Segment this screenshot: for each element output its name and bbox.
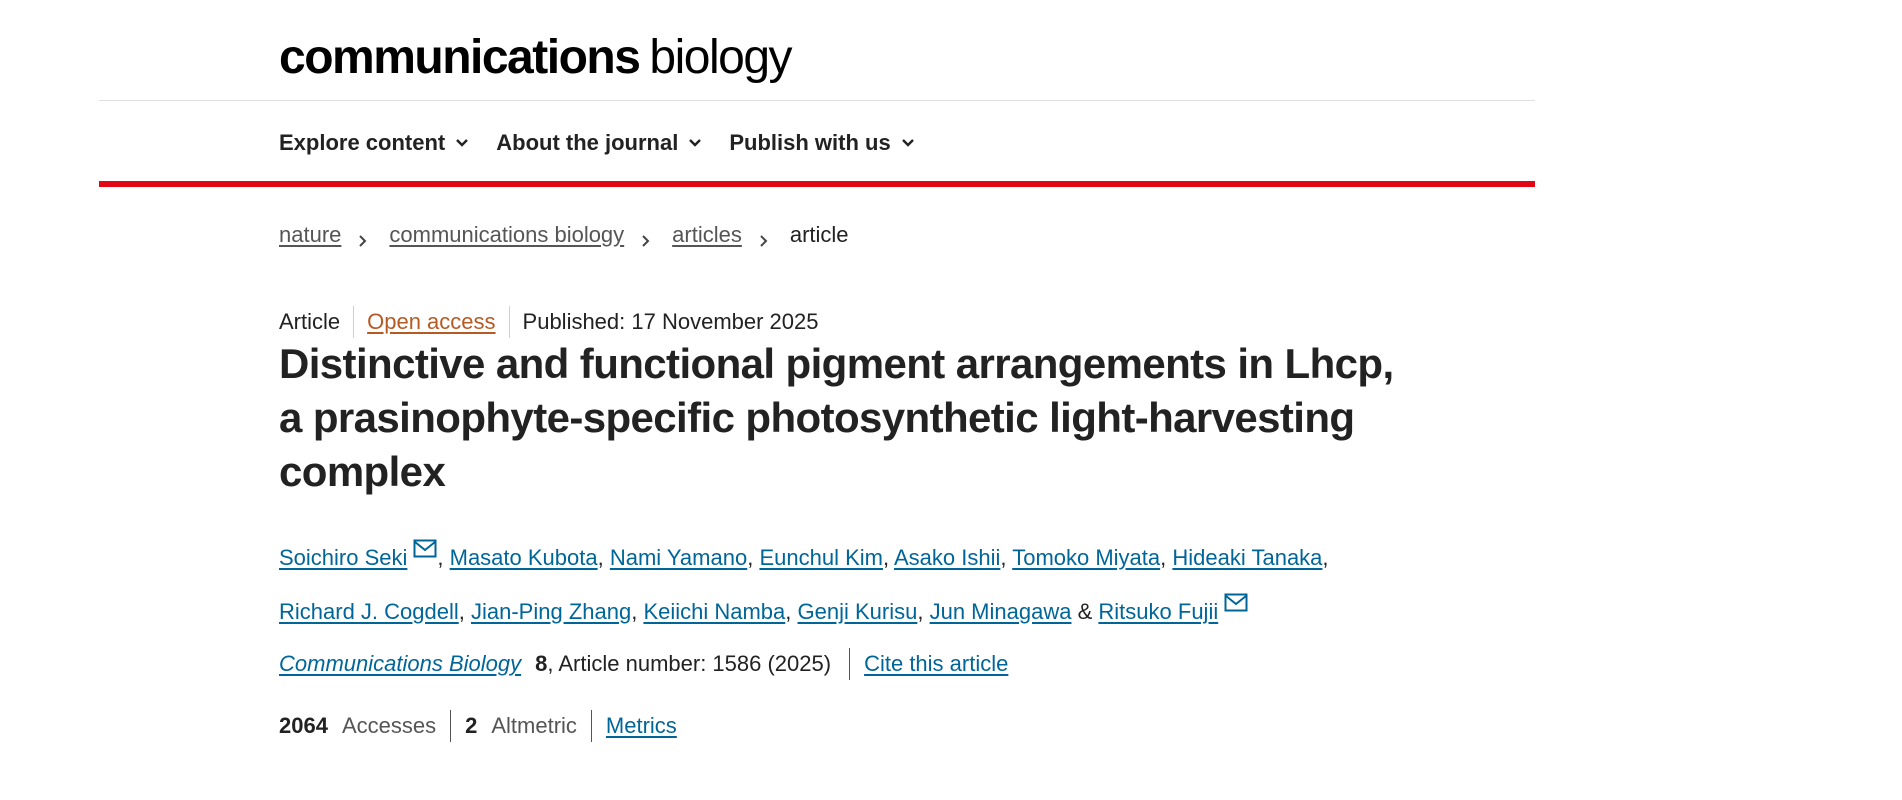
published-date: Published: 17 November 2025: [522, 309, 819, 334]
logo-bold: communications: [279, 31, 641, 84]
author-list: Soichiro Seki, Masato Kubota, Nami Yaman…: [279, 528, 1429, 636]
citation-line: Communications Biology 8, Article number…: [279, 648, 1008, 680]
mail-icon[interactable]: [413, 528, 437, 558]
citation-divider: [849, 648, 851, 680]
open-access-link[interactable]: Open access: [367, 309, 495, 335]
journal-logo[interactable]: communications biology: [279, 30, 793, 86]
authors-joiner: &: [1077, 599, 1093, 624]
author-link[interactable]: Keiichi Namba: [643, 599, 785, 624]
meta-divider: [508, 306, 510, 338]
chevron-down-icon: [453, 134, 471, 152]
accesses-label: Accesses: [341, 713, 437, 738]
breadcrumb-nature[interactable]: nature: [279, 222, 341, 248]
nav-publish-with-us-label: Publish with us: [729, 130, 891, 155]
article-number: , Article number: 1586 (2025): [547, 651, 832, 676]
breadcrumb-current: article: [789, 222, 849, 247]
accesses-count: 2064: [279, 713, 328, 738]
author-link[interactable]: Asako Ishii: [894, 545, 1000, 570]
meta-divider: [353, 306, 355, 338]
author-link[interactable]: Hideaki Tanaka: [1172, 545, 1322, 570]
site-frame: [99, 0, 1535, 187]
author-link[interactable]: Jian-Ping Zhang: [471, 599, 631, 624]
article-title: Distinctive and functional pigment arran…: [279, 340, 1394, 495]
author-link[interactable]: Jun Minagawa: [930, 599, 1072, 624]
author-link[interactable]: Soichiro Seki: [279, 545, 407, 570]
metrics-link[interactable]: Metrics: [606, 713, 677, 739]
altmetric-label: Altmetric: [491, 713, 577, 738]
breadcrumb-articles[interactable]: articles: [672, 222, 742, 248]
chevron-down-icon: [899, 134, 917, 152]
logo-light: biology: [649, 31, 792, 84]
chevron-right-icon: [758, 228, 770, 247]
breadcrumb-communications-biology[interactable]: communications biology: [389, 222, 624, 248]
cite-this-article-link[interactable]: Cite this article: [864, 651, 1008, 677]
author-link[interactable]: Richard J. Cogdell: [279, 599, 459, 624]
nav-items: Explore content About the journal Publis…: [279, 130, 942, 156]
chevron-down-icon: [686, 134, 704, 152]
chevron-right-icon: [640, 228, 652, 247]
breadcrumb: nature communications biology articles a…: [279, 222, 849, 248]
metrics-bar: 2064 Accesses 2 Altmetric Metrics: [279, 710, 677, 742]
nav-explore-content-label: Explore content: [279, 130, 446, 155]
author-link[interactable]: Masato Kubota: [450, 545, 598, 570]
nav-publish-with-us[interactable]: Publish with us: [729, 130, 916, 156]
metrics-divider: [450, 710, 452, 742]
author-link[interactable]: Tomoko Miyata: [1012, 545, 1160, 570]
author-link[interactable]: Genji Kurisu: [798, 599, 918, 624]
volume-number: 8: [535, 651, 548, 676]
author-link[interactable]: Eunchul Kim: [759, 545, 883, 570]
nav-explore-content[interactable]: Explore content: [279, 130, 471, 156]
altmetric-count: 2: [465, 713, 478, 738]
chevron-right-icon: [357, 228, 369, 247]
nav-about-the-journal[interactable]: About the journal: [496, 130, 704, 156]
nav-about-the-journal-label: About the journal: [496, 130, 679, 155]
article-meta: Article Open access Published: 17 Novemb…: [279, 306, 819, 338]
author-link[interactable]: Ritsuko Fujii: [1098, 599, 1218, 624]
author-link[interactable]: Nami Yamano: [610, 545, 747, 570]
journal-link[interactable]: Communications Biology: [279, 651, 521, 677]
article-type: Article: [279, 309, 341, 334]
mail-icon[interactable]: [1224, 582, 1248, 612]
metrics-divider: [590, 710, 592, 742]
